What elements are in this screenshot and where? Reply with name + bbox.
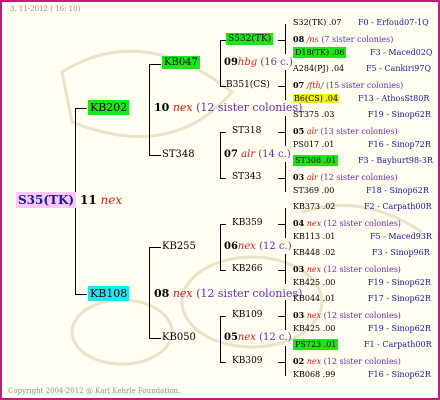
gen3-node-1: B351(CS) [226,80,270,90]
gen4-top-2: ST375 .03 [293,110,335,119]
gen3-node-0: S532(TK) [226,33,274,45]
gen2-info-2: 06nex (12 c.) [224,241,292,252]
gen4-bot-code-3: F18 - Sinop62R [366,186,429,195]
gen4-mid-1: 07 /fth/ (15 sister colonies) [293,80,404,90]
gen4-top-code-5: F3 - Sinop96R [372,248,430,257]
gen4-mid-2: 05 alr (13 sister colonies) [293,126,398,136]
gen3-node-2: ST318 [232,126,262,136]
gen2-node-0: KB047 [162,56,200,69]
gen4-bot-3: ST369 .00 [293,186,335,195]
gen4-bot-7: KB068 .99 [293,370,336,379]
gen4-top-4: KB373 .02 [293,202,336,211]
gen4-bot-code-1: F13 - AthosSt80R [358,94,430,103]
gen4-top-1: A284(PJ) .04 [293,64,345,73]
print-date: 3. 11-2012 ( 16: 10) [10,5,81,13]
gen4-bot-code-7: F16 - Sinop62R [368,370,431,379]
gen4-mid-0: 08 /ns (7 sister colonies) [293,34,394,44]
root-info: 11 nex [80,193,123,207]
gen2-node-1: ST348 [162,149,195,160]
gen4-top-5: KB448 .02 [293,248,336,257]
gen4-top-0: S32(TK) .07 [293,18,342,27]
gen4-bot-0: D18(TK) .06 [293,47,347,58]
gen4-bot-code-5: F19 - Sinop62R [368,278,431,287]
gen4-bot-1: B6(CS) .04 [293,94,340,103]
gen3-node-7: KB309 [232,356,263,366]
gen3-node-5: KB266 [232,264,263,274]
gen4-bot-code-4: F5 - Maced93R [370,232,432,241]
gen3-node-6: KB109 [232,310,263,320]
gen2-info-3: 05nex (12 c.) [224,332,292,343]
gen4-bot-2: PS017 .01 [293,140,335,149]
gen4-top-code-7: F1 - Carpath00R [364,340,432,349]
gen4-bot-code-2: F16 - Sinop72R [368,140,431,149]
gen4-mid-5: 03 nex (12 sister colonies) [293,264,401,274]
gen4-mid-6: 03 nex (12 sister colonies) [293,310,401,320]
gen4-mid-3: 03 alr (12 sister colonies) [293,172,398,182]
gen4-top-code-0: F0 - Erfoud07-1Q [358,18,429,27]
gen4-bot-6: KB425 .00 [293,324,336,333]
gen4-bot-4: KB113 .01 [293,232,336,241]
gen4-top-3: ST308 .01 [293,155,339,166]
gen4-top-code-6: F17 - Sinop62R [368,294,431,303]
gen4-top-code-2: F19 - Sinop62R [368,110,431,119]
root-node: S35(TK) [16,192,77,208]
gen2-node-2: KB255 [162,241,196,252]
gen1-info-1: 08 nex (12 sister colonies) [154,287,303,300]
gen2-info-1: 07 alr (14 c.) [224,149,291,160]
gen4-mid-4: 04 nex (12 sister colonies) [293,218,401,228]
pedigree-chart: 3. 11-2012 ( 16: 10) Copyright 2004-2012… [0,0,440,400]
gen4-top-code-1: F5 - Cankiri97Q [366,64,431,73]
gen3-node-4: KB359 [232,218,263,228]
gen2-node-3: KB050 [162,332,196,343]
gen4-mid-7: 02 nex (12 sister colonies) [293,356,401,366]
copyright: Copyright 2004-2012 @ Karl Kehrle Founda… [8,387,181,395]
gen1-node-0: KB202 [88,100,130,115]
gen2-info-0: 09hbg (16 c.) [224,57,293,68]
gen3-node-3: ST343 [232,172,262,182]
gen1-info-0: 10 nex (12 sister colonies) [154,101,303,114]
gen4-top-7: PS723 .01 [293,339,339,350]
gen4-bot-code-0: F3 - Maced02Q [370,48,433,57]
gen4-bot-code-6: F19 - Sinop62R [368,324,431,333]
gen4-bot-5: KB425 .00 [293,278,336,287]
gen4-top-code-4: F2 - Carpath00R [364,202,432,211]
gen1-node-1: KB108 [88,286,130,301]
gen4-top-code-3: F3 - Bayburt98-3R [358,156,433,165]
gen4-top-6: KB044 .01 [293,294,336,303]
